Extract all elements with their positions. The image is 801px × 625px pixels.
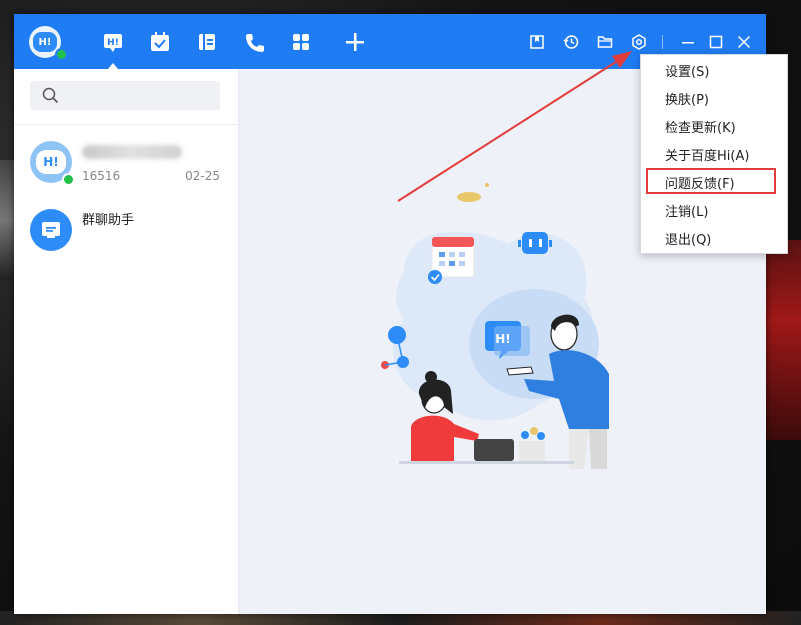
menu-item-check-update[interactable]: 检查更新(K) <box>665 117 736 137</box>
menu-item-skin[interactable]: 换肤(P) <box>665 89 709 109</box>
search-input[interactable] <box>65 87 219 104</box>
sidebar-divider <box>14 124 238 125</box>
bear-logo-icon: H! <box>36 150 66 174</box>
background-decoration <box>761 240 801 440</box>
add-icon[interactable] <box>344 31 366 53</box>
search-icon <box>42 87 59 104</box>
svg-text:H!: H! <box>495 332 511 346</box>
online-status-icon <box>55 48 68 61</box>
conversation-time: 02-25 <box>185 169 220 183</box>
conversation-item[interactable]: H! 16516 02-25 <box>14 127 238 191</box>
folder-icon[interactable] <box>597 34 613 50</box>
online-status-icon <box>62 173 75 186</box>
maximize-icon[interactable] <box>708 34 724 50</box>
settings-dropdown-menu: 设置(S) 换肤(P) 检查更新(K) 关于百度Hi(A) 问题反馈(F) 注销… <box>640 54 788 254</box>
group-assistant-icon <box>30 209 72 251</box>
settings-icon[interactable] <box>631 34 647 50</box>
conversation-preview: 16516 <box>82 169 121 183</box>
conversation-item[interactable]: 群聊助手 <box>14 195 238 259</box>
calendar-illustration-icon <box>428 236 475 284</box>
annotation-highlight-box <box>646 168 776 194</box>
background-decoration <box>0 160 14 280</box>
menu-item-logout[interactable]: 注销(L) <box>665 201 708 221</box>
phone-icon[interactable] <box>243 31 265 53</box>
bookmark-icon[interactable] <box>529 34 545 50</box>
menu-item-exit[interactable]: 退出(Q) <box>665 229 711 249</box>
conversation-sidebar: H! 16516 02-25 群聊助手 <box>14 69 239 614</box>
menu-item-about[interactable]: 关于百度Hi(A) <box>665 145 749 165</box>
svg-text:H!: H! <box>107 38 119 48</box>
conversation-name-redacted <box>82 145 182 159</box>
minimize-icon[interactable] <box>680 34 696 50</box>
apps-icon[interactable] <box>290 31 312 53</box>
contacts-icon[interactable] <box>196 31 218 53</box>
bear-logo-icon: H! <box>33 32 57 52</box>
history-icon[interactable] <box>563 34 579 50</box>
calendar-icon[interactable] <box>149 31 171 53</box>
search-box[interactable] <box>30 81 220 110</box>
close-icon[interactable] <box>736 34 752 50</box>
conversation-name: 群聊助手 <box>82 213 135 228</box>
titlebar-divider <box>662 35 663 49</box>
menu-item-settings[interactable]: 设置(S) <box>665 61 709 81</box>
chat-icon[interactable]: H! <box>102 31 124 69</box>
robot-illustration-icon <box>518 232 552 254</box>
